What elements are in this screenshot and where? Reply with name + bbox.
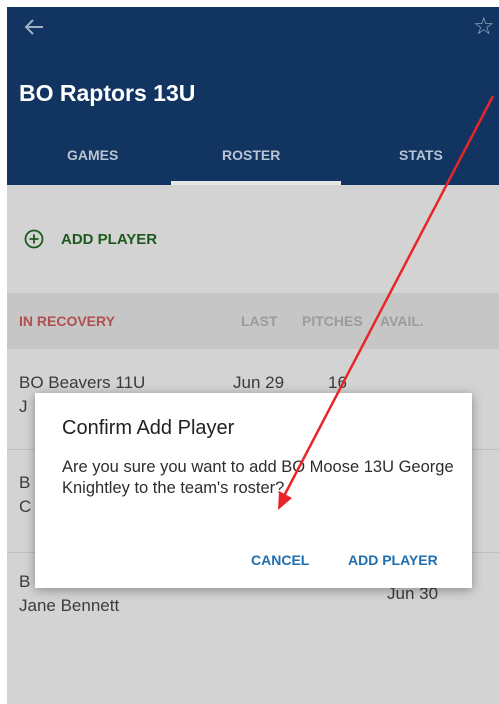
dialog-title: Confirm Add Player — [62, 417, 235, 439]
page-title: BO Raptors 13U — [19, 80, 196, 106]
back-arrow-icon[interactable] — [19, 12, 49, 42]
row2-player[interactable]: C — [19, 497, 31, 517]
column-last: LAST — [241, 313, 278, 329]
app-screen: ☆ BO Raptors 13U GAMES ROSTER STATS ADD … — [7, 7, 499, 704]
star-icon[interactable]: ☆ — [473, 11, 499, 41]
column-avail: AVAIL. — [380, 313, 424, 329]
confirm-dialog: Confirm Add Player Are you sure you want… — [35, 393, 472, 588]
tab-stats[interactable]: STATS — [399, 147, 443, 163]
column-pitches: PITCHES — [302, 313, 363, 329]
row3-team[interactable]: B — [19, 572, 30, 592]
dialog-message: Are you sure you want to add BO Moose 13… — [62, 458, 454, 497]
row3-player[interactable]: Jane Bennett — [19, 596, 119, 616]
add-player-confirm-button[interactable]: ADD PLAYER — [348, 552, 438, 568]
cancel-button[interactable]: CANCEL — [251, 552, 309, 568]
add-player-button[interactable]: ADD PLAYER — [61, 231, 157, 248]
row2-team[interactable]: B — [19, 473, 30, 493]
app-bar: ☆ BO Raptors 13U GAMES ROSTER STATS — [7, 7, 499, 185]
row1-pitches: 16 — [328, 373, 347, 392]
plus-circle-icon[interactable] — [24, 229, 44, 249]
screenshot-frame: ☆ BO Raptors 13U GAMES ROSTER STATS ADD … — [0, 0, 499, 704]
tab-roster[interactable]: ROSTER — [222, 147, 280, 163]
row1-player[interactable]: J — [19, 397, 28, 417]
row1-team[interactable]: BO Beavers 11U — [19, 373, 145, 393]
tab-games[interactable]: GAMES — [67, 147, 118, 163]
section-label-in-recovery: IN RECOVERY — [19, 313, 115, 329]
row1-last: Jun 29 — [233, 373, 285, 392]
